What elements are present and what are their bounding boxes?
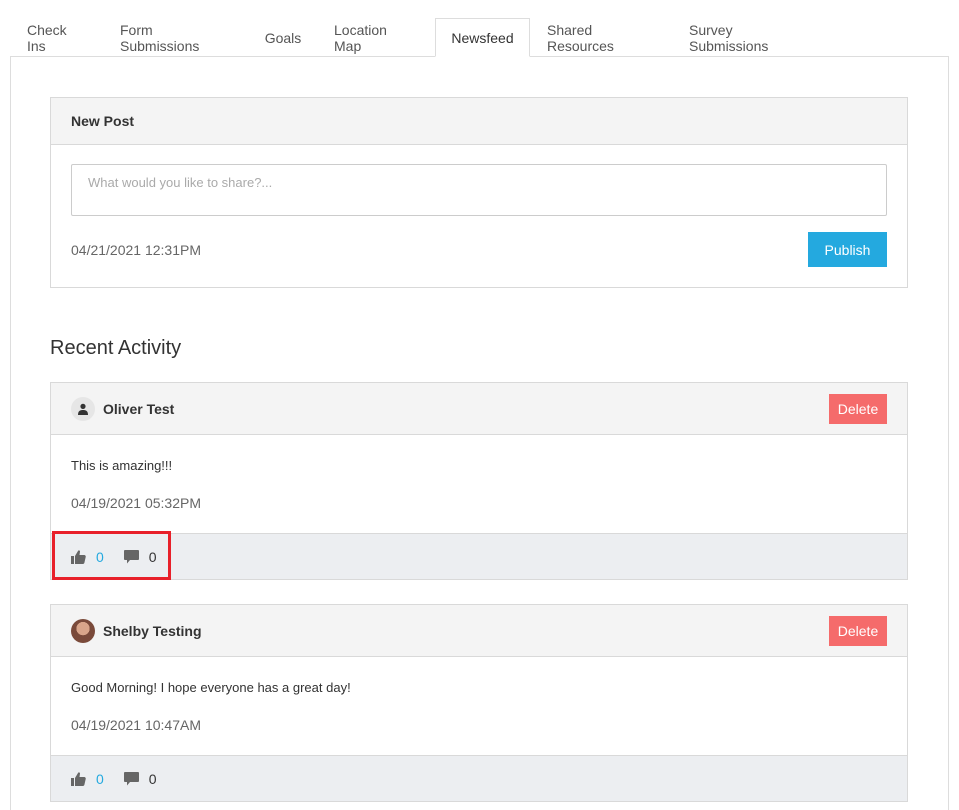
like-button[interactable]: 0 xyxy=(71,771,104,787)
comment-icon xyxy=(123,771,139,785)
comment-count: 0 xyxy=(148,770,157,787)
post-author: Shelby Testing xyxy=(71,618,202,643)
post-date: 04/19/2021 05:32PM xyxy=(71,495,201,511)
new-post-panel: New Post 04/21/2021 12:31PM Publish xyxy=(50,97,908,288)
card-header: Oliver Test Delete xyxy=(51,383,907,435)
card-body: Good Morning! I hope everyone has a grea… xyxy=(51,657,907,756)
like-button[interactable]: 0 xyxy=(71,549,104,565)
comment-count: 0 xyxy=(148,548,157,565)
activity-card: Oliver Test Delete This is amazing!!! 04… xyxy=(50,382,908,580)
tab-check-ins[interactable]: Check Ins xyxy=(10,18,103,57)
thumbs-up-icon xyxy=(71,549,86,564)
share-input[interactable] xyxy=(71,164,887,216)
delete-button[interactable]: Delete xyxy=(829,393,887,424)
comment-button[interactable]: 0 xyxy=(123,548,157,565)
author-name: Shelby Testing xyxy=(103,622,202,639)
activity-card: Shelby Testing Delete Good Morning! I ho… xyxy=(50,604,908,802)
card-header: Shelby Testing Delete xyxy=(51,605,907,657)
publish-button[interactable]: Publish xyxy=(808,232,887,267)
comment-icon xyxy=(123,549,139,563)
card-footer: 0 0 xyxy=(51,531,907,580)
comment-button[interactable]: 0 xyxy=(123,770,157,787)
recent-activity-title: Recent Activity xyxy=(50,337,182,359)
delete-button[interactable]: Delete xyxy=(829,615,887,646)
like-count: 0 xyxy=(96,770,104,787)
tab-shared-resources[interactable]: Shared Resources xyxy=(530,18,672,57)
post-date: 04/19/2021 10:47AM xyxy=(71,717,201,733)
tab-goals[interactable]: Goals xyxy=(249,18,317,57)
card-footer: 0 0 xyxy=(51,756,907,801)
tab-location-map[interactable]: Location Map xyxy=(317,18,435,57)
author-name: Oliver Test xyxy=(103,400,175,417)
tab-bar: Check Ins Form Submissions Goals Locatio… xyxy=(10,18,948,57)
avatar xyxy=(71,618,95,643)
tab-survey-submissions[interactable]: Survey Submissions xyxy=(672,18,826,57)
post-author: Oliver Test xyxy=(71,396,175,421)
post-text: This is amazing!!! xyxy=(71,458,173,473)
new-post-title: New Post xyxy=(51,98,907,145)
like-count: 0 xyxy=(96,548,104,565)
user-icon xyxy=(71,396,95,421)
card-body: This is amazing!!! 04/19/2021 05:32PM xyxy=(51,435,907,534)
tab-form-submissions[interactable]: Form Submissions xyxy=(103,18,249,57)
thumbs-up-icon xyxy=(71,771,86,786)
tab-newsfeed[interactable]: Newsfeed xyxy=(435,18,530,57)
new-post-date: 04/21/2021 12:31PM xyxy=(71,242,201,258)
post-text: Good Morning! I hope everyone has a grea… xyxy=(71,680,351,695)
